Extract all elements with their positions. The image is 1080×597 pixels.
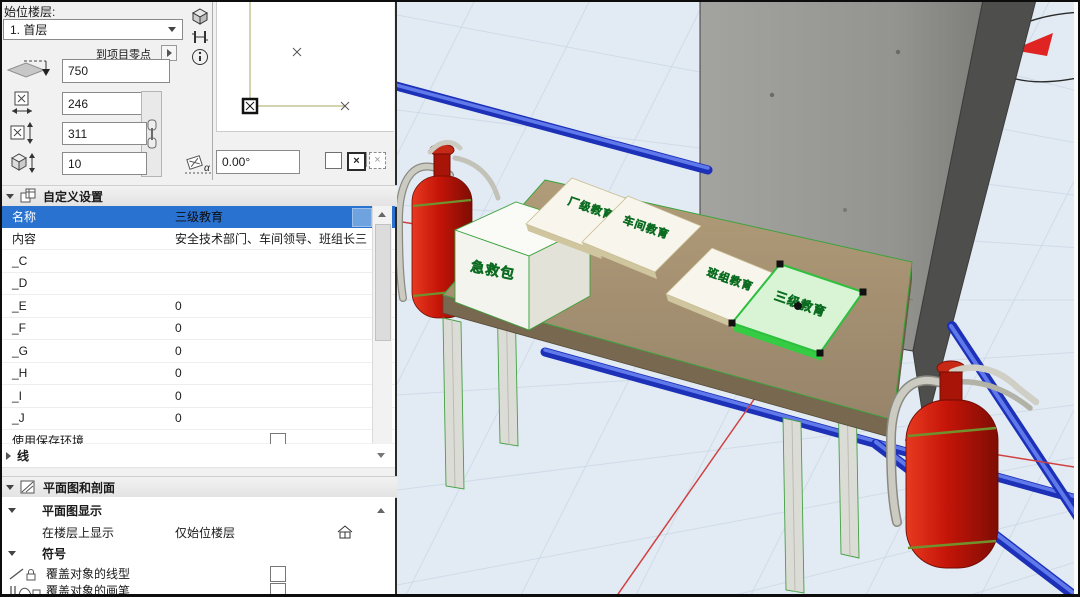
show-on-stories-row[interactable]: 在楼层上显示 仅始位楼层 xyxy=(0,521,395,544)
rotation-angle-icon: α xyxy=(184,148,214,179)
table-row[interactable]: _E 0 xyxy=(0,295,395,318)
table-row[interactable]: _J 0 xyxy=(0,408,395,431)
mirror-checkbox[interactable] xyxy=(325,152,342,169)
arrow-right-icon xyxy=(167,49,172,57)
cube-icon xyxy=(191,7,209,25)
scene-3d: 急救包 厂级教育 车间教育 班组教育 三级教育 xyxy=(397,0,1074,597)
svg-text:α: α xyxy=(204,163,210,174)
plan-display-row[interactable]: 平面图显示 xyxy=(0,499,395,522)
lines-subsection-row[interactable]: 线 xyxy=(0,444,395,468)
depth-field[interactable]: 311 xyxy=(62,122,147,145)
hotspot-on-checkbox[interactable]: × xyxy=(347,152,366,171)
home-story-select[interactable]: 1. 首层 xyxy=(3,19,183,40)
settings-panel: 始位楼层: 1. 首层 到项目零点 750 xyxy=(0,0,397,597)
custom-settings-table: 名称 三级教育 内容 安全技术部门、车间领导、班组长三... _C _D _E … xyxy=(0,206,395,443)
show-on-stories-value: 仅始位楼层 xyxy=(175,524,235,541)
table-row[interactable]: _D xyxy=(0,273,395,296)
symbol-subsection-row[interactable]: 符号 xyxy=(0,543,395,564)
object-preview-pane[interactable] xyxy=(216,0,394,132)
collapse-triangle-icon xyxy=(8,508,16,513)
plan-section-title: 平面图和剖面 xyxy=(43,479,115,496)
preview-2d-symbol-button[interactable] xyxy=(190,27,210,46)
collapse-triangle-icon xyxy=(8,551,16,556)
width-icon xyxy=(10,91,36,118)
table-row[interactable]: _C xyxy=(0,250,395,273)
height-icon xyxy=(8,150,38,179)
symbol-2d-icon xyxy=(191,29,209,45)
override-pen-checkbox[interactable] xyxy=(270,583,286,597)
chevron-down-icon xyxy=(168,27,176,32)
home-story-label: 始位楼层: xyxy=(4,3,55,20)
chevron-down-icon[interactable] xyxy=(377,453,385,458)
table-scrollbar[interactable] xyxy=(372,206,392,443)
plan-display-title: 平面图显示 xyxy=(42,502,102,519)
preview-drawing xyxy=(217,0,394,131)
custom-settings-icon xyxy=(20,188,37,204)
divider xyxy=(366,152,367,167)
plan-section-icon xyxy=(20,479,37,495)
table-row[interactable]: _I 0 xyxy=(0,385,395,408)
symbol-title: 符号 xyxy=(42,545,66,562)
override-line-type-checkbox[interactable] xyxy=(270,566,286,582)
table-row-name[interactable]: 名称 三级教育 xyxy=(0,206,395,228)
pen-lock-icon xyxy=(8,584,42,597)
viewport-3d[interactable]: 急救包 厂级教育 车间教育 班组教育 三级教育 xyxy=(397,0,1074,597)
preview-info-button[interactable] xyxy=(190,47,210,66)
custom-settings-title: 自定义设置 xyxy=(43,188,103,205)
line-type-lock-icon xyxy=(8,566,42,582)
override-pen-row[interactable]: 覆盖对象的画笔 xyxy=(0,584,395,597)
slab-elevation-icon xyxy=(4,58,54,87)
viewport-right-margin xyxy=(1074,0,1078,597)
arrow-up-icon xyxy=(378,212,386,217)
arrow-up-icon[interactable] xyxy=(377,508,385,513)
home-story-value: 1. 首层 xyxy=(10,21,47,38)
elevation-field[interactable]: 750 xyxy=(62,59,170,83)
height-field[interactable]: 10 xyxy=(62,152,147,175)
expand-triangle-icon xyxy=(6,452,11,460)
fire-extinguisher-right[interactable] xyxy=(891,361,1036,568)
lines-subsection-title: 线 xyxy=(17,447,29,464)
width-field[interactable]: 246 xyxy=(62,92,147,115)
table-row-content[interactable]: 内容 安全技术部门、车间领导、班组长三... xyxy=(0,228,395,251)
hotspot-alt-checkbox[interactable]: × xyxy=(369,152,386,169)
depth-icon xyxy=(10,121,38,148)
table-row[interactable]: _G 0 xyxy=(0,340,395,363)
rotation-field[interactable]: 0.00° xyxy=(216,150,300,174)
show-on-stories-label: 在楼层上显示 xyxy=(42,524,114,541)
scroll-thumb[interactable] xyxy=(375,224,391,341)
info-icon xyxy=(191,48,209,66)
custom-settings-header[interactable]: 自定义设置 xyxy=(0,185,401,207)
scroll-up-button[interactable] xyxy=(374,207,390,222)
table-row[interactable]: _F 0 xyxy=(0,318,395,341)
value-edit-button[interactable] xyxy=(352,208,372,227)
override-line-type-label: 覆盖对象的线型 xyxy=(46,565,130,582)
collapse-triangle-icon xyxy=(6,194,14,199)
collapse-triangle-icon xyxy=(6,485,14,490)
story-icon xyxy=(337,525,354,540)
table-row[interactable]: _H 0 xyxy=(0,363,395,386)
override-pen-label: 覆盖对象的画笔 xyxy=(46,582,130,597)
preview-3d-button[interactable] xyxy=(190,6,210,25)
object-settings-window: 始位楼层: 1. 首层 到项目零点 750 xyxy=(0,0,1080,597)
plan-section-header[interactable]: 平面图和剖面 xyxy=(0,476,401,498)
